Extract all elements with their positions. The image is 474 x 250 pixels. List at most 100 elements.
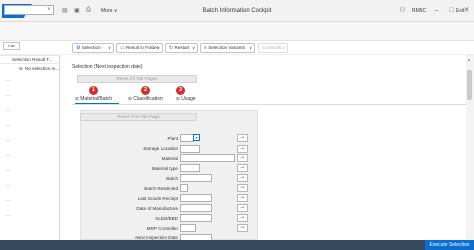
storage-location-label: Storage Location [143, 146, 178, 151]
divider [0, 55, 60, 56]
chevron-down-icon: ∨ [108, 45, 111, 50]
mrp-controller-label: MRP Controller [146, 226, 178, 231]
divider [5, 95, 11, 96]
multiple-selection-button[interactable]: ⇀ [237, 174, 248, 182]
column-header[interactable]: Selection Result T... [12, 57, 53, 62]
batch-label: Batch [166, 176, 178, 181]
batch-restricted-input[interactable] [180, 184, 188, 192]
chevron-down-icon: ∨ [113, 8, 118, 14]
chevron-down-icon: ∨ [157, 45, 160, 50]
details-button[interactable]: ⊙ Details ∨ [258, 43, 288, 53]
material-input[interactable] [180, 154, 235, 162]
exit-button[interactable]: Exit [456, 8, 464, 14]
print-icon[interactable]: ⎙ [86, 7, 91, 14]
divider [5, 140, 11, 141]
multiple-selection-button[interactable]: ⇀ [237, 214, 248, 222]
tab-usage[interactable]: ⊠ Usage [176, 96, 196, 102]
selection-label: Selection [81, 45, 101, 50]
restart-icon: ↻ [169, 45, 174, 51]
date-of-manufacture-input[interactable] [180, 204, 212, 212]
scroll-up-icon[interactable]: ▲ [467, 57, 471, 62]
folder-icon: ▭ [120, 45, 125, 51]
chevron-down-icon: ∨ [249, 45, 252, 50]
result-in-folder-label: Result in Folder [126, 45, 159, 50]
material-label: Material [161, 156, 178, 161]
footer-bar [0, 240, 474, 250]
selection-variants-label: Selection Variants [208, 45, 245, 50]
tab-icon: ⊠ [75, 96, 79, 101]
multiple-selection-button[interactable]: ⇀ [237, 194, 248, 202]
tab-classification[interactable]: ⊠ Classification [128, 96, 163, 102]
maximize-icon[interactable]: □ [447, 6, 456, 15]
tab-label: Usage [181, 96, 196, 102]
details-label: Details [267, 45, 282, 50]
batch-restricted-label: Batch Restricted [144, 186, 178, 191]
system-id: RM5C [412, 8, 427, 14]
tree-item[interactable]: No selection m... [25, 66, 59, 71]
sled-bbd-input[interactable] [180, 214, 212, 222]
sled-bbd-label: SLED/BBD [155, 216, 178, 221]
divider [5, 125, 11, 126]
divider [0, 63, 60, 64]
date-of-manufacture-label: Date of Manufacture [136, 206, 178, 211]
tab-label: Classification [133, 96, 163, 102]
minimize-icon[interactable]: – [432, 6, 441, 15]
selection-variants-button[interactable]: ≡ Selection Variants ∨ [200, 43, 255, 53]
multiple-selection-button[interactable]: ⇀ [237, 134, 248, 142]
tab-material-batch[interactable]: ⊠ Material/Batch [75, 96, 112, 102]
restart-label: Restart [174, 45, 190, 50]
material-type-label: Material type [151, 166, 178, 171]
scrollbar-thumb[interactable] [467, 70, 472, 100]
multiple-selection-button[interactable]: ⇀ [237, 145, 248, 153]
multiple-selection-button[interactable]: ⇀ [237, 204, 248, 212]
variants-icon: ≡ [204, 45, 207, 51]
tree-node-icon: ⊖ [19, 66, 23, 71]
selection-button[interactable]: ⚙ Selection ∨ [72, 43, 114, 53]
divider [5, 170, 11, 171]
value-help-icon[interactable]: ▾ [193, 134, 200, 141]
chevron-down-icon: ∨ [192, 45, 195, 50]
selection-result-panel [0, 55, 60, 240]
multiple-selection-button[interactable]: ⇀ [237, 164, 248, 172]
annotation-badge-3: 3 [176, 86, 185, 95]
divider [72, 104, 472, 105]
more-menu[interactable]: More ∨ [101, 8, 117, 14]
multiple-selection-button[interactable]: ⇀ [237, 154, 248, 162]
more-label: More [101, 8, 113, 14]
plant-input[interactable] [180, 134, 194, 142]
chevron-down-icon[interactable]: ∨ [47, 6, 51, 12]
tab-icon: ⊠ [176, 96, 180, 101]
multiple-selection-button[interactable]: ⇀ [237, 224, 248, 232]
section-title: Selection (Next inspection date) [72, 64, 143, 70]
mrp-controller-input[interactable] [180, 224, 196, 232]
divider [5, 80, 11, 81]
material-type-input[interactable] [180, 164, 200, 172]
batch-input[interactable] [180, 174, 212, 182]
divider [5, 200, 11, 201]
storage-location-input[interactable] [180, 145, 200, 153]
toolbar [0, 22, 474, 41]
annotation-badge-2: 2 [141, 86, 150, 95]
reset-all-tab-pages-button[interactable]: Reset All Tab Pages [77, 75, 197, 83]
multiple-selection-button[interactable]: ⇀ [237, 184, 248, 192]
selection-icon: ⚙ [76, 45, 81, 51]
back-icon[interactable]: ▣ [74, 7, 80, 14]
chevron-down-icon: ∨ [282, 45, 285, 50]
list-button[interactable]: List [3, 42, 20, 50]
execute-selection-button[interactable]: Execute Selection [425, 240, 474, 250]
divider [5, 185, 11, 186]
save-icon[interactable]: ▤ [62, 7, 68, 14]
user-icon[interactable]: ⚇ [398, 6, 407, 15]
tab-label: Material/Batch [80, 96, 113, 102]
divider [5, 215, 11, 216]
divider [5, 155, 11, 156]
plant-label: Plant [167, 136, 178, 141]
annotation-badge-1: 1 [89, 86, 98, 95]
tab-icon: ⊠ [128, 96, 132, 101]
divider [5, 110, 11, 111]
details-icon: ⊙ [262, 45, 266, 50]
result-in-folder-button[interactable]: ▭ Result in Folder ∨ [116, 43, 163, 53]
reset-this-tab-page-button[interactable]: Reset This Tab Page [80, 113, 197, 121]
last-goods-receipt-input[interactable] [180, 194, 212, 202]
restart-button[interactable]: ↻ Restart ∨ [165, 43, 198, 53]
